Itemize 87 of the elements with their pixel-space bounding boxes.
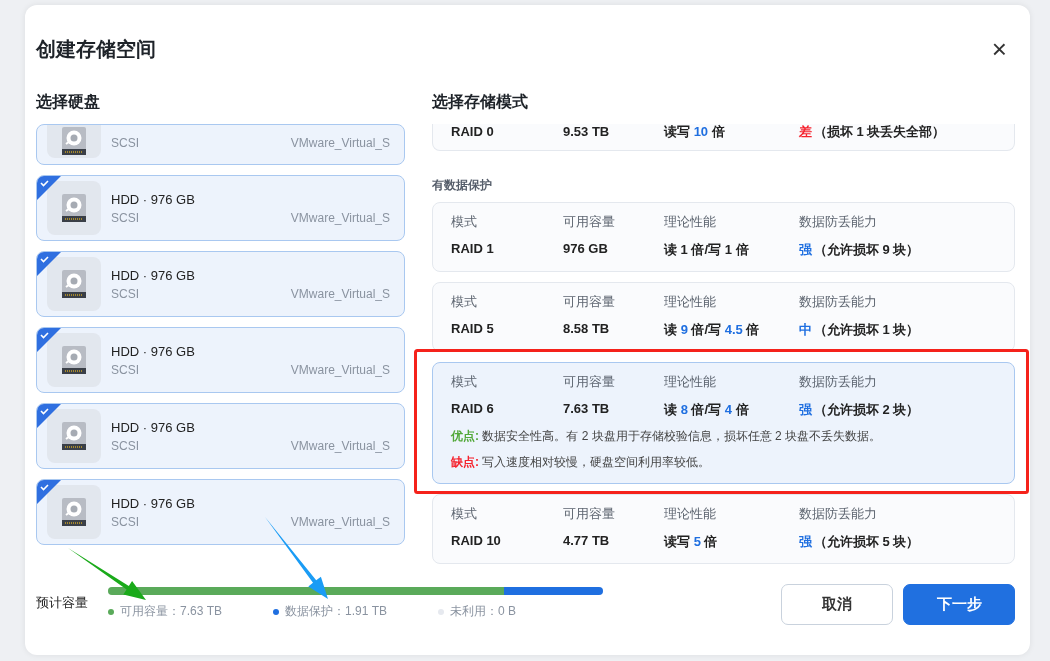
dialog-title: 创建存储空间 [36, 36, 156, 62]
disk-model: VMware_Virtual_S [290, 286, 390, 301]
protection-level: 强 [799, 402, 812, 417]
capacity-value: 976 GB [563, 241, 609, 258]
detail-text: 缺点: 写入速度相对较慢，硬盘空间利用率较低。 [451, 454, 712, 471]
hard-drive-icon [47, 125, 101, 158]
disk-title: HDD · 976 GB [111, 267, 196, 283]
detail-text: 优点: 数据安全性高。有 2 块盘用于存储校验信息，损坏任意 2 块盘不丢失数据。 [451, 428, 883, 445]
column-label: 数据防丢能力 [799, 505, 878, 523]
legend-label: 数据保护：1.91 TB [285, 603, 388, 620]
legend-label: 未利用：0 B [450, 603, 516, 620]
disk-model: VMware_Virtual_S [290, 514, 390, 529]
section-heading: 选择硬盘 [36, 92, 101, 112]
section-heading: 选择存储模式 [432, 92, 529, 112]
mode-value: RAID 6 [451, 401, 495, 418]
hard-drive-icon [47, 181, 101, 235]
group-label: 有数据保护 [432, 177, 493, 194]
capacity-label: 预计容量 [36, 594, 89, 612]
column-label: 理论性能 [664, 373, 717, 391]
column-label: 理论性能 [664, 505, 717, 523]
column-label: 可用容量 [563, 213, 616, 231]
disk-title: HDD · 976 GB [111, 343, 196, 359]
performance-value: 读 9 倍/写 4.5 倍 [664, 321, 761, 339]
performance-value: 读写 5 倍 [664, 533, 719, 551]
disk-model: VMware_Virtual_S [290, 438, 390, 453]
disk-title: HDD · 976 GB [111, 419, 196, 435]
column-label: 模式 [451, 505, 478, 523]
column-label: 可用容量 [563, 293, 616, 311]
protection-note: （允许损坏 2 块） [814, 402, 920, 417]
column-label: 可用容量 [563, 373, 616, 391]
disk-card[interactable]: HDD · 976 GB SCSI VMware_Virtual_S [36, 327, 405, 393]
protection-note: （允许损坏 9 块） [814, 242, 920, 257]
capacity-value: 8.58 TB [563, 321, 611, 338]
protection-note: （允许损坏 1 块） [814, 322, 920, 337]
protection-level: 强 [799, 534, 812, 549]
column-label: 模式 [451, 213, 478, 231]
mode-value: RAID 1 [451, 241, 495, 258]
disk-interface: SCSI [111, 286, 139, 301]
hard-drive-icon [47, 333, 101, 387]
protection-level: 中 [799, 322, 812, 337]
mode-card[interactable]: 模式 可用容量 理论性能 数据防丢能力 RAID 5 8.58 TB 读 9 倍/写 4.5 倍 中（允许损坏 1 块） [432, 282, 1015, 352]
disk-interface: SCSI [111, 136, 139, 150]
disk-card[interactable]: HDD · 976 GB SCSI VMware_Virtual_S [36, 175, 405, 241]
disk-interface: SCSI [111, 514, 139, 529]
protection-level: 差 [799, 124, 812, 139]
column-label: 数据防丢能力 [799, 213, 878, 231]
disk-model: VMware_Virtual_S [290, 210, 390, 225]
capacity-value: 9.53 TB [563, 124, 611, 140]
column-label: 数据防丢能力 [799, 373, 878, 391]
cancel-button[interactable]: 取消 [781, 584, 893, 625]
performance-value: 读 8 倍/写 4 倍 [664, 401, 750, 419]
disk-card[interactable]: HDD · 976 GB SCSI VMware_Virtual_S [36, 403, 405, 469]
disk-model: VMware_Virtual_S [290, 362, 390, 377]
column-label: 理论性能 [664, 213, 717, 231]
column-label: 模式 [451, 373, 478, 391]
column-label: 理论性能 [664, 293, 717, 311]
mode-card[interactable]: 模式 可用容量 理论性能 数据防丢能力 RAID 1 976 GB 读 1 倍/写 1 倍 强（允许损坏 9 块） [432, 202, 1015, 272]
capacity-value: 7.63 TB [563, 401, 611, 418]
column-label: 可用容量 [563, 505, 616, 523]
close-button[interactable]: × [983, 36, 1015, 62]
protection-note: （损坏 1 块丢失全部） [814, 124, 946, 139]
disk-title: HDD · 976 GB [111, 191, 196, 207]
mode-value: RAID 0 [451, 124, 495, 140]
disk-card[interactable]: HDD · 976 GB SCSI VMware_Virtual_S [36, 479, 405, 545]
performance-value: 读写 10 倍 [664, 124, 726, 140]
hard-drive-icon [47, 409, 101, 463]
hard-drive-icon [47, 485, 101, 539]
capacity-value: 4.77 TB [563, 533, 611, 550]
column-label: 模式 [451, 293, 478, 311]
performance-value: 读 1 倍/写 1 倍 [664, 241, 750, 259]
protection-note: （允许损坏 5 块） [814, 534, 920, 549]
mode-card[interactable]: 模式 可用容量 理论性能 数据防丢能力 RAID 6 7.63 TB 读 8 倍/写 4 倍 强（允许损坏 2 块） 优点: 数据安全性高。有 2 块盘用于存储校验信息，损坏任意 2 块盘不丢失数据。 缺点: 写入速度相对较慢，硬盘空间利用率较低。 [432, 362, 1015, 484]
disk-title: HDD · 976 GB [111, 495, 196, 511]
mode-value: RAID 5 [451, 321, 495, 338]
hard-drive-icon [47, 257, 101, 311]
disk-interface: SCSI [111, 210, 139, 225]
disk-interface: SCSI [111, 438, 139, 453]
disk-interface: SCSI [111, 362, 139, 377]
disk-card[interactable]: HDD · 976 GB SCSI VMware_Virtual_S [36, 251, 405, 317]
column-label: 数据防丢能力 [799, 293, 878, 311]
protection-level: 强 [799, 242, 812, 257]
disk-model: VMware_Virtual_S [290, 136, 390, 150]
legend-label: 可用容量：7.63 TB [120, 603, 223, 620]
mode-value: RAID 10 [451, 533, 502, 550]
mode-card[interactable]: RAID 0 9.53 TB 读写 10 倍 差（损坏 1 块丢失全部） [432, 124, 1015, 151]
mode-card[interactable]: 模式 可用容量 理论性能 数据防丢能力 RAID 10 4.77 TB 读写 5 倍 强（允许损坏 5 块） [432, 494, 1015, 564]
next-button[interactable]: 下一步 [903, 584, 1015, 625]
